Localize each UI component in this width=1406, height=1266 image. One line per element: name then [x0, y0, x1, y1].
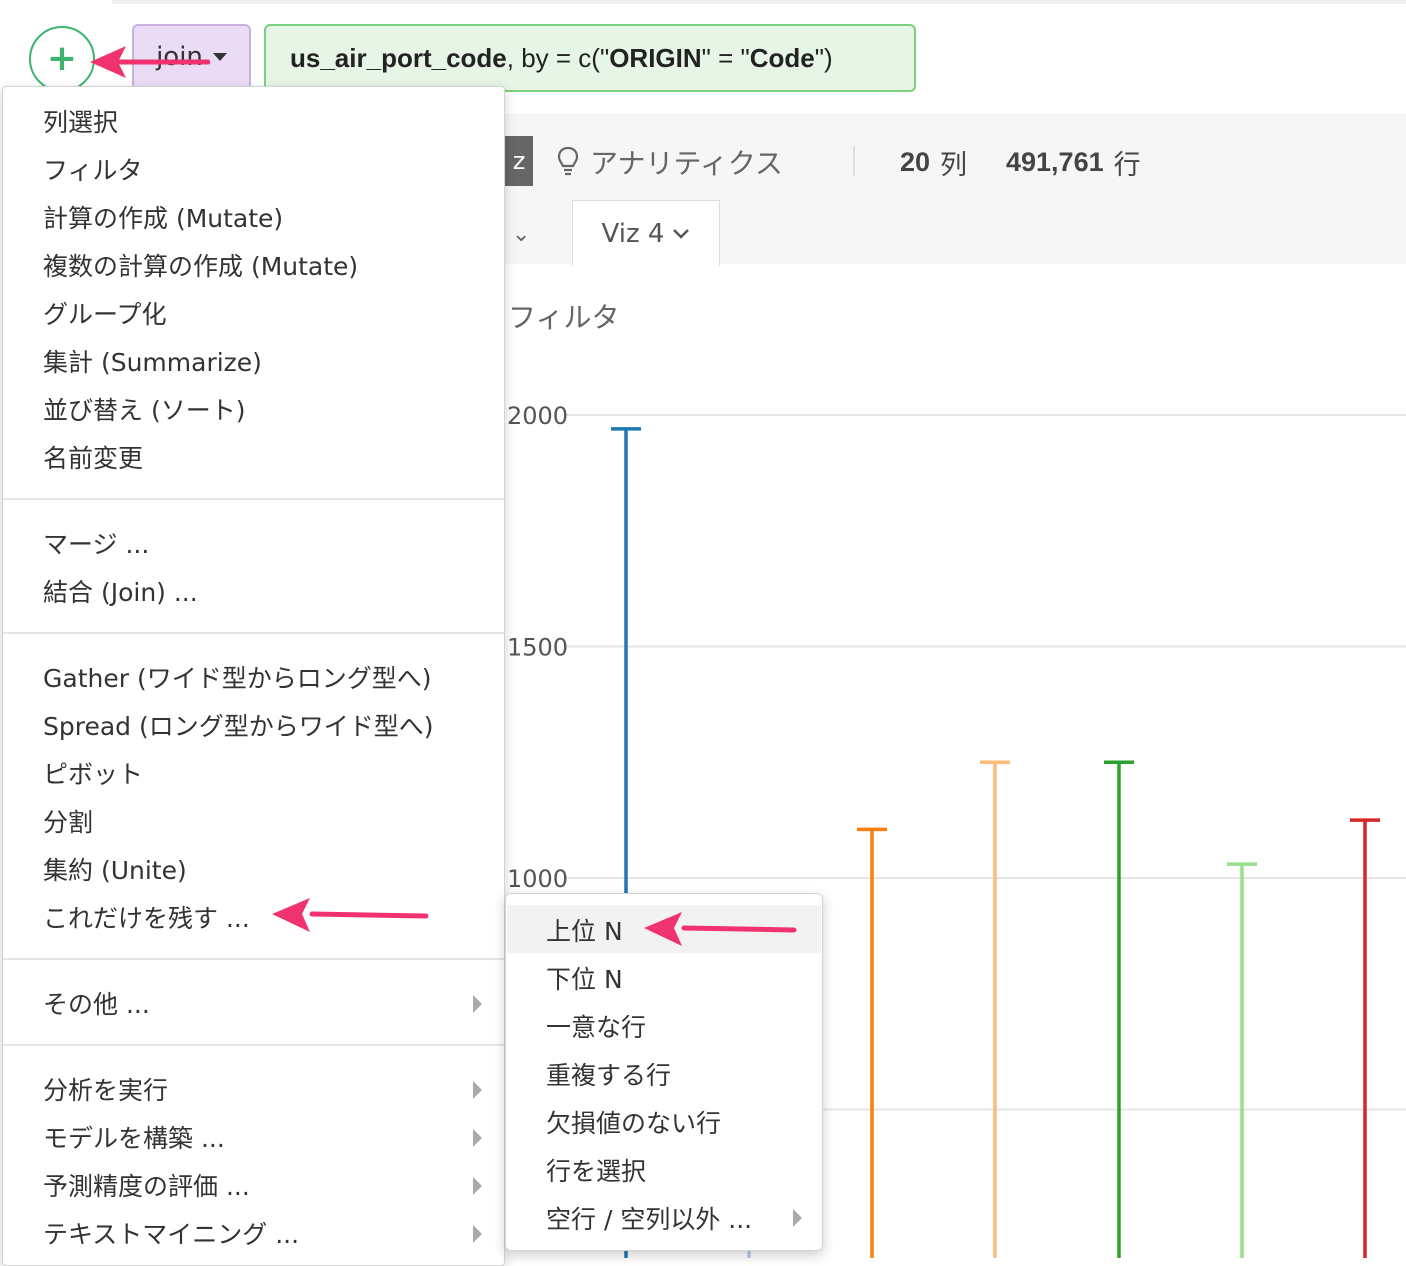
menu-item-run-analytics[interactable]: 分析を実行 — [43, 1071, 168, 1107]
annotation-arrow-icon — [272, 898, 429, 932]
submenu-item-distinct[interactable]: 一意な行 — [546, 1008, 646, 1044]
viz-tab-button[interactable]: z — [505, 136, 533, 186]
menu-item-build-model[interactable]: モデルを構築 ... — [43, 1119, 225, 1155]
menu-item-sort[interactable]: 並び替え (ソート) — [43, 391, 245, 427]
code-part: , by = c(" — [506, 42, 610, 73]
menu-item-evaluate-prediction[interactable]: 予測精度の評価 ... — [43, 1167, 250, 1203]
submenu-item-non-empty[interactable]: 空行 / 空列以外 ... — [546, 1200, 752, 1236]
menu-divider — [3, 632, 504, 634]
menu-item-unite[interactable]: 集約 (Unite) — [43, 851, 187, 887]
code-part: ") — [814, 42, 833, 73]
row-count: 491,761 行 — [1006, 140, 1141, 184]
code-origin: ORIGIN — [609, 42, 702, 73]
y-tick-label: 2000 — [507, 402, 568, 430]
menu-item-gather[interactable]: Gather (ワイド型からロング型へ) — [43, 659, 431, 695]
error-bar — [1227, 862, 1257, 1258]
lightbulb-icon — [557, 146, 579, 176]
column-count: 20 列 — [900, 140, 967, 184]
viz-tab-label: z — [512, 147, 526, 175]
tab-viz-4[interactable]: Viz 4 — [572, 200, 720, 266]
add-step-menu: 列選択 フィルタ 計算の作成 (Mutate) 複数の計算の作成 (Mutate… — [2, 86, 505, 1266]
y-tick-label: 1500 — [507, 634, 568, 662]
menu-item-join[interactable]: 結合 (Join) ... — [43, 573, 198, 609]
code-part: " = " — [701, 42, 750, 73]
tab-viz-4-label: Viz 4 — [601, 218, 665, 249]
chevron-down-icon — [673, 228, 690, 239]
submenu-item-select-rows[interactable]: 行を選択 — [546, 1152, 646, 1188]
menu-item-text-mining[interactable]: テキストマイニング ... — [43, 1215, 299, 1251]
annotation-arrow-icon — [644, 912, 797, 946]
submenu-arrow-icon — [473, 1177, 482, 1195]
menu-item-separate[interactable]: 分割 — [43, 803, 93, 839]
menu-item-rename[interactable]: 名前変更 — [43, 439, 143, 475]
menu-item-filter[interactable]: フィルタ — [43, 151, 143, 187]
menu-divider — [3, 1044, 504, 1046]
submenu-arrow-icon — [793, 1209, 802, 1227]
menu-item-keep-only[interactable]: これだけを残す ... — [43, 899, 250, 935]
menu-item-mutate[interactable]: 計算の作成 (Mutate) — [43, 199, 283, 235]
header-strip — [112, 0, 1406, 4]
submenu-item-top-n[interactable]: 上位 N — [546, 912, 623, 948]
chevron-down-icon[interactable]: ⌄ — [512, 222, 530, 247]
submenu-item-no-missing[interactable]: 欠損値のない行 — [546, 1104, 721, 1140]
menu-item-pivot[interactable]: ピボット — [43, 755, 143, 791]
submenu-arrow-icon — [473, 1129, 482, 1147]
step-code-box[interactable]: us_air_port_code, by = c(" ORIGIN " = " Cod… — [264, 24, 916, 92]
y-tick-label: 1000 — [507, 865, 568, 893]
menu-item-other[interactable]: その他 ... — [43, 985, 150, 1021]
menu-item-merge[interactable]: マージ ... — [43, 525, 149, 561]
row-count-unit: 行 — [1113, 149, 1141, 181]
code-code: Code — [749, 42, 815, 73]
annotation-arrow-icon — [90, 46, 210, 78]
error-bar — [1104, 760, 1134, 1258]
error-bar — [857, 827, 887, 1258]
submenu-arrow-icon — [473, 1225, 482, 1243]
column-count-value: 20 — [900, 146, 931, 177]
plus-icon: + — [46, 38, 78, 79]
submenu-item-duplicated[interactable]: 重複する行 — [546, 1056, 671, 1092]
menu-item-spread[interactable]: Spread (ロング型からワイド型へ) — [43, 707, 434, 743]
analytics-tab[interactable]: アナリティクス — [556, 140, 783, 184]
menu-item-group-by[interactable]: グループ化 — [43, 295, 167, 331]
menu-item-select-columns[interactable]: 列選択 — [43, 103, 118, 139]
analytics-label: アナリティクス — [590, 147, 783, 180]
menu-divider — [3, 958, 504, 960]
menu-item-mutate-multiple[interactable]: 複数の計算の作成 (Mutate) — [43, 247, 358, 283]
submenu-item-bottom-n[interactable]: 下位 N — [546, 960, 623, 996]
menu-divider — [3, 498, 504, 500]
column-count-unit: 列 — [940, 149, 968, 181]
menu-item-summarize[interactable]: 集計 (Summarize) — [43, 343, 262, 379]
row-count-value: 491,761 — [1006, 146, 1104, 177]
filter-label: フィルタ — [508, 301, 620, 334]
toolbar-divider — [853, 146, 855, 176]
submenu-arrow-icon — [473, 995, 482, 1013]
code-table: us_air_port_code — [290, 42, 507, 73]
submenu-arrow-icon — [473, 1081, 482, 1099]
caret-down-icon — [212, 53, 227, 61]
error-bar — [980, 760, 1010, 1258]
error-bar — [1350, 818, 1380, 1258]
